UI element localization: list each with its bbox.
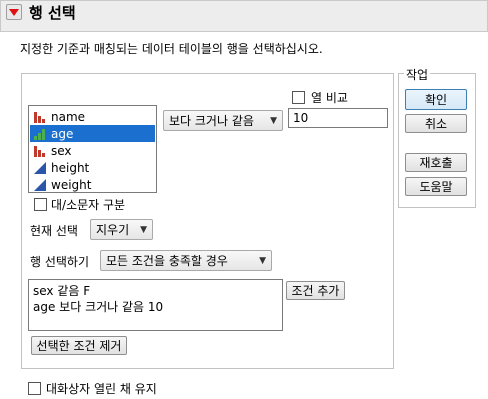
select-rows-dropdown[interactable]: 모든 조건을 충족할 경우 ▼ <box>100 250 272 271</box>
criteria-item[interactable]: age 보다 크거나 같음 10 <box>33 299 278 315</box>
chevron-down-icon: ▼ <box>259 255 266 266</box>
ok-button[interactable]: 확인 <box>405 89 467 110</box>
column-item-sex[interactable]: sex <box>30 142 155 159</box>
instruction-text: 지정한 기준과 매칭되는 데이터 테이블의 행을 선택하십시오. <box>20 42 323 56</box>
add-condition-button[interactable]: 조건 추가 <box>286 281 345 300</box>
dialog-title: 행 선택 <box>29 4 76 22</box>
chevron-down-icon: ▼ <box>140 224 147 235</box>
column-item-name[interactable]: name <box>30 108 155 125</box>
keep-dialog-open-label: 대화상자 열린 채 유지 <box>46 382 157 396</box>
operator-value: 보다 크거나 같음 <box>169 114 254 128</box>
column-item-age[interactable]: age <box>30 125 155 142</box>
collapse-toggle-button[interactable] <box>6 4 22 20</box>
case-sensitive-label: 대/소문자 구분 <box>51 198 126 212</box>
current-selection-label: 현재 선택 <box>30 224 78 238</box>
chevron-down-icon: ▼ <box>270 115 277 126</box>
column-item-label: name <box>51 109 86 124</box>
nominal-bar-icon <box>34 111 45 123</box>
continuous-triangle-icon <box>34 161 46 174</box>
continuous-triangle-icon <box>34 178 46 191</box>
action-group-legend: 작업 <box>404 66 431 83</box>
case-sensitive-checkbox[interactable] <box>34 198 47 211</box>
criteria-group-frame-top <box>21 73 394 74</box>
compare-columns-label: 열 비교 <box>311 91 348 105</box>
current-selection-value: 지우기 <box>96 223 130 237</box>
column-item-height[interactable]: height <box>30 159 155 176</box>
criteria-list[interactable]: sex 같음 F age 보다 크거나 같음 10 <box>28 279 283 331</box>
help-button[interactable]: 도움말 <box>405 177 467 196</box>
operator-dropdown[interactable]: 보다 크거나 같음 ▼ <box>163 110 283 131</box>
column-item-label: height <box>51 160 90 175</box>
remove-selected-condition-button[interactable]: 선택한 조건 제거 <box>31 336 127 355</box>
value-input[interactable]: 10 <box>288 108 388 128</box>
column-item-weight[interactable]: weight <box>30 176 155 193</box>
column-item-label: weight <box>51 177 92 192</box>
ordinal-bar-icon <box>34 128 45 140</box>
criteria-item[interactable]: sex 같음 F <box>33 283 278 299</box>
recall-button[interactable]: 재호출 <box>405 153 467 172</box>
compare-columns-checkbox[interactable] <box>292 91 305 104</box>
nominal-bar-icon <box>34 145 45 157</box>
column-list[interactable]: name age sex height weight <box>28 105 157 193</box>
column-item-label: age <box>51 126 74 141</box>
keep-dialog-open-checkbox[interactable] <box>28 382 41 395</box>
select-rows-label: 행 선택하기 <box>30 255 90 269</box>
cancel-button[interactable]: 취소 <box>405 114 467 133</box>
select-rows-value: 모든 조건을 충족할 경우 <box>106 254 228 268</box>
column-item-label: sex <box>51 143 72 158</box>
current-selection-dropdown[interactable]: 지우기 ▼ <box>90 219 153 240</box>
disclosure-arrow-icon <box>9 8 19 16</box>
